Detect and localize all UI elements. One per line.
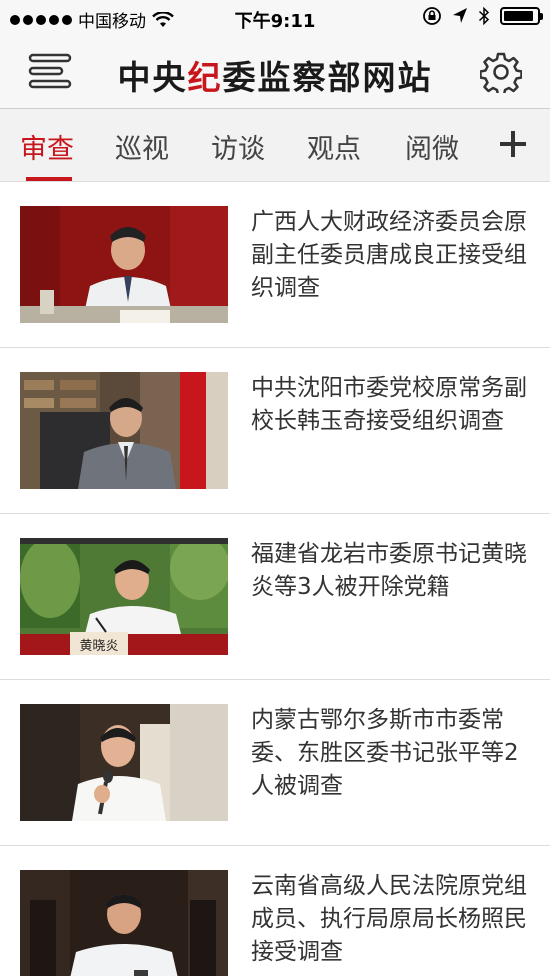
status-bar: 中国移动 下午9:11: [0, 0, 550, 36]
site-title-part2: 委监察部网站: [222, 58, 433, 97]
gear-icon: [479, 52, 523, 97]
battery-icon: [500, 7, 543, 25]
news-photo: [20, 870, 228, 976]
bluetooth-icon: [478, 6, 490, 26]
news-title[interactable]: 福建省龙岩市委原书记黄晓炎等3人被开除党籍: [251, 538, 531, 604]
news-photo: 黄晓炎: [20, 538, 228, 655]
news-title[interactable]: 中共沈阳市委党校原常务副校长韩玉奇接受组织调查: [251, 372, 531, 438]
news-title[interactable]: 云南省高级人民法院原党组成员、执行局原局长杨照民接受调查: [251, 870, 531, 969]
location-icon: [453, 8, 467, 23]
news-thumbnail[interactable]: 黄晓炎: [20, 538, 228, 655]
status-icons: [422, 6, 543, 26]
rotation-lock-icon: [423, 7, 441, 25]
news-item[interactable]: 内蒙古鄂尔多斯市市委常委、东胜区委书记张平等2人被调查: [0, 680, 550, 846]
active-tab-indicator: [26, 177, 72, 181]
tab-xunshi[interactable]: 巡视: [115, 127, 169, 166]
news-title[interactable]: 内蒙古鄂尔多斯市市委常委、东胜区委书记张平等2人被调查: [251, 704, 531, 803]
news-photo: [20, 372, 228, 489]
tab-yuewei[interactable]: 阅微: [405, 127, 459, 166]
news-item[interactable]: 云南省高级人民法院原党组成员、执行局原局长杨照民接受调查: [0, 846, 550, 976]
site-title-highlight: 纪: [187, 58, 223, 97]
settings-button[interactable]: [479, 51, 523, 97]
site-title-part1: 中央: [117, 58, 188, 97]
site-title: 中央纪委监察部网站: [0, 51, 550, 99]
news-thumbnail[interactable]: [20, 704, 228, 821]
tab-fangtan[interactable]: 访谈: [211, 127, 265, 166]
thumb-name-card: 黄晓炎: [79, 639, 118, 654]
news-photo: [20, 206, 228, 323]
news-item[interactable]: 中共沈阳市委党校原常务副校长韩玉奇接受组织调查: [0, 348, 550, 514]
news-photo: [20, 704, 228, 821]
news-item[interactable]: 广西人大财政经济委员会原副主任委员唐成良正接受组织调查: [0, 182, 550, 348]
news-list: 广西人大财政经济委员会原副主任委员唐成良正接受组织调查 中共沈阳市委党校原常务副…: [0, 182, 550, 976]
add-tab-button[interactable]: [498, 129, 528, 159]
news-thumbnail[interactable]: [20, 206, 228, 323]
news-item[interactable]: 黄晓炎 福建省龙岩市委原书记黄晓炎等3人被开除党籍: [0, 514, 550, 680]
news-thumbnail[interactable]: [20, 372, 228, 489]
category-tabs: 审查 巡视 访谈 观点 阅微: [0, 108, 550, 182]
tab-guandian[interactable]: 观点: [307, 127, 361, 166]
news-title[interactable]: 广西人大财政经济委员会原副主任委员唐成良正接受组织调查: [251, 206, 531, 305]
app-header: 中央纪委监察部网站: [0, 36, 550, 108]
plus-icon: [500, 131, 526, 157]
tab-shencha[interactable]: 审查: [20, 127, 74, 166]
news-thumbnail[interactable]: [20, 870, 228, 976]
